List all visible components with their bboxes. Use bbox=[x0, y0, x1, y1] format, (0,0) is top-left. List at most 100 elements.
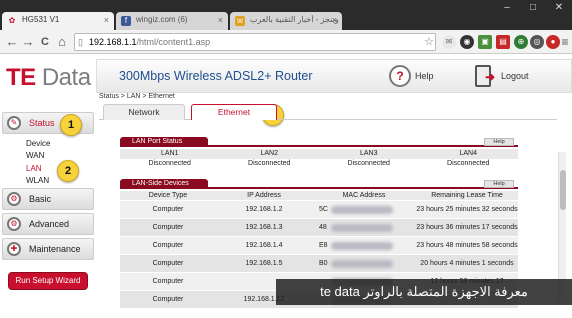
bookmark-star-icon[interactable]: ☆ bbox=[422, 35, 436, 49]
tab-title: wingiz.com (6) bbox=[136, 15, 188, 24]
sidebar-label: Advanced bbox=[29, 219, 70, 229]
ip-address-cell: 192.168.1.5 bbox=[245, 259, 283, 267]
device-type-cell: Computer bbox=[152, 295, 184, 303]
lease-time-cell: 20 hours 4 minutes 1 seconds bbox=[420, 259, 514, 267]
home-icon[interactable]: ⌂ bbox=[54, 34, 70, 50]
close-tab-icon[interactable]: × bbox=[104, 15, 109, 25]
tab-ethernet[interactable]: Ethernet bbox=[191, 104, 277, 120]
sidebar-label: Status bbox=[29, 118, 55, 128]
sidebar-maintenance[interactable]: ✚ Maintenance bbox=[2, 238, 94, 260]
back-icon[interactable]: ← bbox=[4, 34, 20, 50]
sidebar-advanced[interactable]: ⚙ Advanced bbox=[2, 213, 94, 235]
column-header: LAN2 bbox=[260, 150, 278, 157]
section-help-button[interactable]: Help bbox=[484, 180, 514, 188]
column-header: Device Type bbox=[148, 191, 188, 199]
lease-time-cell: 23 hours 36 minutes 17 seconds bbox=[416, 223, 518, 231]
maintenance-tools-icon: ✚ bbox=[7, 242, 21, 256]
table-row: Disconnected Disconnected Disconnected D… bbox=[120, 159, 518, 169]
router-model-title: 300Mbps Wireless ADSL2+ Router bbox=[119, 69, 313, 83]
section-help-button[interactable]: Help bbox=[484, 138, 514, 146]
run-setup-wizard-button[interactable]: Run Setup Wizard bbox=[8, 272, 88, 290]
close-window-icon[interactable]: ✕ bbox=[552, 2, 566, 13]
logout-button[interactable]: ➜ Logout bbox=[475, 64, 545, 90]
page-info-icon[interactable]: ▯ bbox=[78, 34, 83, 50]
forward-icon[interactable]: → bbox=[20, 34, 36, 50]
mac-prefix: 5C bbox=[319, 205, 328, 213]
wingiz-favicon-icon: w bbox=[235, 16, 245, 26]
browser-tab-strip: ✿ HG531 V1 × f wingiz.com (6) × w وينجز … bbox=[0, 0, 572, 30]
lease-time-cell: 23 hours 25 minutes 32 seconds bbox=[416, 205, 518, 213]
column-header: LAN3 bbox=[359, 150, 378, 157]
green-ext-icon[interactable]: ⊕ bbox=[514, 35, 528, 49]
sidebar-item-wlan[interactable]: WLAN bbox=[26, 176, 49, 185]
scrollbar-thumb[interactable] bbox=[560, 170, 566, 210]
port-status-cell: Disconnected bbox=[447, 160, 490, 167]
browser-tab-wingiz[interactable]: w وينجز - أخبار التقنية بالعرب × bbox=[230, 12, 342, 30]
facebook-favicon-icon: f bbox=[121, 16, 131, 26]
basic-gear-icon: ⚙ bbox=[7, 192, 21, 206]
device-type-cell: Computer bbox=[152, 205, 184, 213]
mac-address-cell: E8 bbox=[312, 237, 416, 254]
glasses-icon[interactable]: ◉ bbox=[460, 35, 474, 49]
maximize-icon[interactable]: □ bbox=[526, 2, 540, 13]
sidebar-item-wan[interactable]: WAN bbox=[26, 151, 44, 160]
screenshot-root: ✿ HG531 V1 × f wingiz.com (6) × w وينجز … bbox=[0, 0, 572, 318]
mac-redaction bbox=[331, 223, 393, 232]
column-header: IP Address bbox=[247, 191, 281, 199]
table-header-row: Device Type IP Address MAC Address Remai… bbox=[120, 191, 518, 201]
sidebar-basic[interactable]: ⚙ Basic bbox=[2, 188, 94, 210]
sidebar-item-device[interactable]: Device bbox=[26, 139, 50, 148]
browser-toolbar: ← → C ⌂ ▯ 192.168.1.1/html/content1.asp … bbox=[0, 30, 572, 54]
mac-prefix: 48 bbox=[319, 223, 327, 231]
advanced-gear-icon: ⚙ bbox=[7, 217, 21, 231]
logout-label: Logout bbox=[501, 71, 529, 81]
tab-title: HG531 V1 bbox=[22, 15, 60, 24]
device-type-cell: Computer bbox=[152, 223, 184, 231]
column-header: LAN1 bbox=[160, 150, 179, 157]
router-header: 300Mbps Wireless ADSL2+ Router ? Help ➜ … bbox=[96, 59, 572, 93]
address-host: 192.168.1.1 bbox=[89, 37, 137, 47]
port-status-cell: Disconnected bbox=[148, 160, 191, 167]
reload-icon[interactable]: C bbox=[37, 34, 53, 50]
wallet-icon[interactable]: ▣ bbox=[478, 35, 492, 49]
mac-address-cell: 48 bbox=[312, 219, 416, 236]
table-row: Computer 192.168.1.2 5C 23 hours 25 minu… bbox=[120, 201, 518, 219]
breadcrumb: Status > LAN > Ethernet bbox=[99, 93, 175, 100]
email-icon[interactable]: ✉ bbox=[442, 35, 456, 49]
section-title: LAN Port Status bbox=[120, 137, 208, 147]
device-type-cell: Computer bbox=[152, 241, 184, 249]
lan-port-status-header: LAN Port Status Help bbox=[120, 137, 518, 147]
subtab-bar: Network Ethernet bbox=[99, 102, 557, 120]
section-title: LAN-Side Devices bbox=[120, 179, 208, 189]
minimize-icon[interactable]: – bbox=[500, 2, 514, 13]
mac-prefix: E8 bbox=[319, 241, 328, 249]
device-type-cell: Computer bbox=[152, 277, 184, 285]
huawei-favicon-icon: ✿ bbox=[8, 16, 16, 25]
tab-network[interactable]: Network bbox=[103, 104, 185, 120]
grey-ext-icon[interactable]: ◎ bbox=[530, 35, 544, 49]
annotation-badge-1: 1 bbox=[60, 114, 82, 136]
address-bar[interactable]: ▯ 192.168.1.1/html/content1.asp bbox=[74, 33, 436, 51]
port-status-cell: Disconnected bbox=[347, 160, 390, 167]
mac-prefix: B0 bbox=[319, 259, 328, 267]
browser-tab-facebook[interactable]: f wingiz.com (6) × bbox=[116, 12, 228, 30]
arabic-caption-overlay: معرفة الاجهزة المتصلة بالراوتر te data bbox=[276, 279, 572, 305]
lan-port-table: LAN1 LAN2 LAN3 LAN4 Disconnected Disconn… bbox=[120, 149, 518, 169]
logout-arrow-icon: ➜ bbox=[485, 70, 496, 84]
table-header-row: LAN1 LAN2 LAN3 LAN4 bbox=[120, 149, 518, 159]
lease-time-cell: 23 hours 48 minutes 58 seconds bbox=[416, 241, 518, 249]
browser-tab-router[interactable]: ✿ HG531 V1 × bbox=[2, 12, 114, 30]
port-status-cell: Disconnected bbox=[248, 160, 291, 167]
table-row: Computer 192.168.1.3 48 23 hours 36 minu… bbox=[120, 219, 518, 237]
help-button[interactable]: ? Help bbox=[389, 65, 449, 89]
column-header: Remaining Lease Time bbox=[431, 191, 503, 199]
menu-icon[interactable]: ≡ bbox=[558, 35, 572, 49]
close-tab-icon[interactable]: × bbox=[218, 15, 223, 25]
close-tab-icon[interactable]: × bbox=[332, 15, 337, 25]
pdf-icon[interactable]: ▤ bbox=[496, 35, 510, 49]
sidebar-item-lan[interactable]: LAN bbox=[26, 164, 42, 173]
ip-address-cell: 192.168.1.3 bbox=[245, 223, 283, 231]
column-header: LAN4 bbox=[459, 150, 477, 157]
mac-redaction bbox=[331, 205, 393, 214]
column-header: MAC Address bbox=[342, 191, 386, 199]
